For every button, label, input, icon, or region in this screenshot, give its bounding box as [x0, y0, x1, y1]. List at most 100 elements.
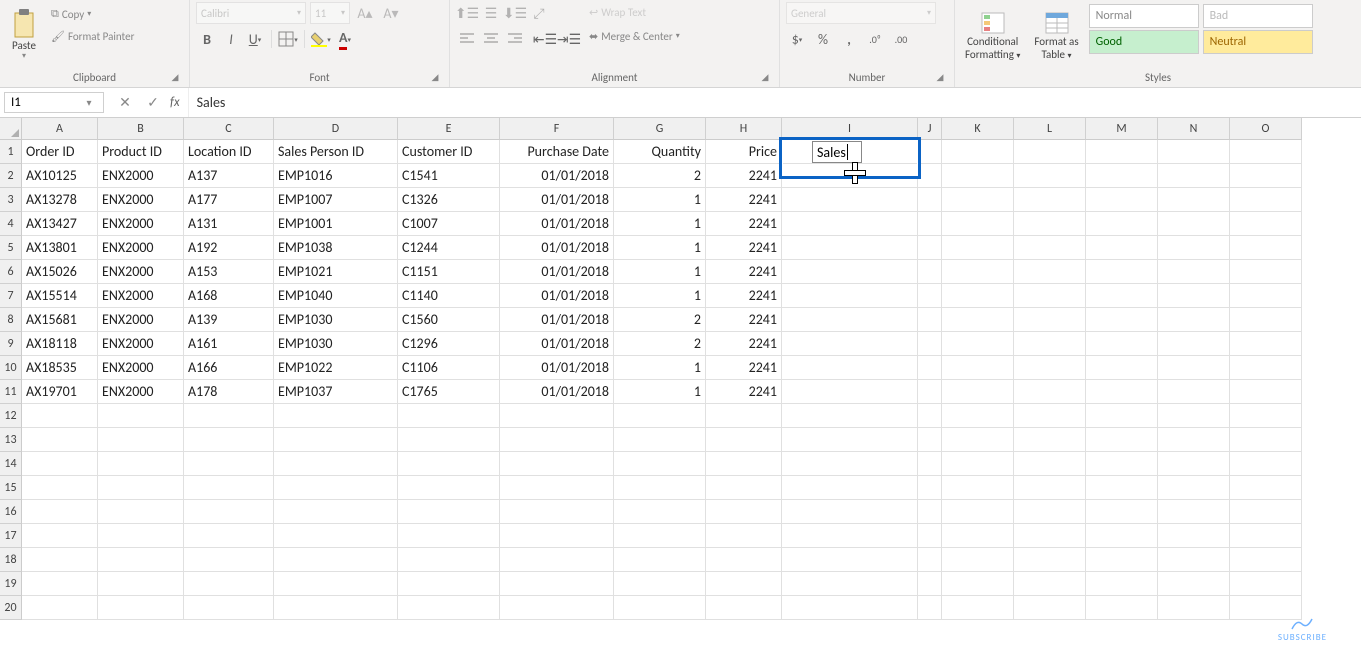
cell[interactable]: [500, 596, 614, 620]
cell[interactable]: [918, 188, 942, 212]
cancel-edit-button[interactable]: ✕: [114, 94, 136, 111]
cell[interactable]: 01/01/2018: [500, 380, 614, 404]
cell[interactable]: [98, 524, 184, 548]
cell[interactable]: C1140: [398, 284, 500, 308]
cell[interactable]: EMP1030: [274, 332, 398, 356]
cell[interactable]: [398, 524, 500, 548]
cell[interactable]: [1230, 572, 1302, 596]
cell[interactable]: [1014, 260, 1086, 284]
cell[interactable]: 2241: [706, 356, 782, 380]
merge-center-button[interactable]: ⬌ Merge & Center ▾: [586, 26, 683, 46]
comma-format-button[interactable]: ,: [838, 28, 860, 50]
cell[interactable]: [1230, 140, 1302, 164]
cell[interactable]: EMP1030: [274, 308, 398, 332]
cell[interactable]: [98, 548, 184, 572]
cell[interactable]: A168: [184, 284, 274, 308]
cell[interactable]: [614, 500, 706, 524]
accounting-format-button[interactable]: $▾: [786, 28, 808, 50]
col-header-G[interactable]: G: [614, 118, 706, 140]
cell[interactable]: [1230, 548, 1302, 572]
cell[interactable]: [500, 572, 614, 596]
cell[interactable]: [1230, 452, 1302, 476]
cell[interactable]: 1: [614, 284, 706, 308]
cell[interactable]: [98, 452, 184, 476]
row-header-15[interactable]: 15: [0, 476, 22, 500]
cell[interactable]: [1158, 404, 1230, 428]
cell[interactable]: 2241: [706, 284, 782, 308]
cell[interactable]: [918, 404, 942, 428]
row-header-18[interactable]: 18: [0, 548, 22, 572]
font-size-combo[interactable]: 11▾: [310, 2, 350, 24]
cell[interactable]: [1086, 428, 1158, 452]
cell[interactable]: [942, 356, 1014, 380]
cell[interactable]: EMP1001: [274, 212, 398, 236]
cell[interactable]: [782, 404, 918, 428]
cell[interactable]: [782, 212, 918, 236]
cell[interactable]: [98, 428, 184, 452]
cell[interactable]: [942, 476, 1014, 500]
cell[interactable]: [1158, 452, 1230, 476]
cell[interactable]: EMP1022: [274, 356, 398, 380]
increase-indent-button[interactable]: ⇥☰: [558, 28, 580, 50]
cell[interactable]: [918, 212, 942, 236]
cell[interactable]: [1014, 476, 1086, 500]
cell[interactable]: [782, 356, 918, 380]
cell[interactable]: [398, 452, 500, 476]
cell[interactable]: [500, 404, 614, 428]
cell[interactable]: [1086, 596, 1158, 620]
cell[interactable]: [782, 428, 918, 452]
cell[interactable]: [1086, 356, 1158, 380]
cell[interactable]: [918, 452, 942, 476]
number-format-combo[interactable]: General▾: [786, 2, 936, 24]
cell[interactable]: [1158, 236, 1230, 260]
cell[interactable]: 2241: [706, 164, 782, 188]
cell[interactable]: [918, 596, 942, 620]
row-header-4[interactable]: 4: [0, 212, 22, 236]
cell[interactable]: [1158, 140, 1230, 164]
row-header-13[interactable]: 13: [0, 428, 22, 452]
row-header-10[interactable]: 10: [0, 356, 22, 380]
col-header-K[interactable]: K: [942, 118, 1014, 140]
cell[interactable]: [942, 428, 1014, 452]
cell[interactable]: C1106: [398, 356, 500, 380]
cell[interactable]: [614, 548, 706, 572]
cell[interactable]: [1230, 260, 1302, 284]
fill-color-button[interactable]: ▾: [310, 28, 332, 50]
cell-style-bad[interactable]: Bad: [1203, 4, 1313, 28]
row-header-5[interactable]: 5: [0, 236, 22, 260]
cell[interactable]: A139: [184, 308, 274, 332]
cell[interactable]: [614, 524, 706, 548]
cell[interactable]: [1158, 332, 1230, 356]
row-header-19[interactable]: 19: [0, 572, 22, 596]
cell[interactable]: [22, 452, 98, 476]
cell[interactable]: [1014, 356, 1086, 380]
cell[interactable]: ENX2000: [98, 236, 184, 260]
row-header-1[interactable]: 1: [0, 140, 22, 164]
cell[interactable]: [184, 596, 274, 620]
cell[interactable]: [1014, 428, 1086, 452]
cell[interactable]: [398, 596, 500, 620]
cell[interactable]: [398, 404, 500, 428]
cell[interactable]: [942, 164, 1014, 188]
cell[interactable]: EMP1038: [274, 236, 398, 260]
cell[interactable]: C1541: [398, 164, 500, 188]
cell[interactable]: [1014, 548, 1086, 572]
cell[interactable]: [918, 380, 942, 404]
align-bottom-button[interactable]: ⬇☰: [504, 2, 526, 24]
name-box[interactable]: ▾: [4, 92, 104, 113]
cell[interactable]: [942, 404, 1014, 428]
cell[interactable]: [706, 404, 782, 428]
cell[interactable]: [782, 380, 918, 404]
cell[interactable]: ENX2000: [98, 308, 184, 332]
decrease-decimal-button[interactable]: .00: [890, 28, 912, 50]
cell[interactable]: [274, 596, 398, 620]
cell[interactable]: EMP1037: [274, 380, 398, 404]
spreadsheet-grid[interactable]: ABCDEFGHIJKLMNO 123456789101112131415161…: [0, 118, 1361, 661]
format-as-table-button[interactable]: Format as Table ▾: [1030, 2, 1082, 64]
cell[interactable]: [706, 572, 782, 596]
cell[interactable]: [918, 236, 942, 260]
cell[interactable]: Purchase Date: [500, 140, 614, 164]
cell[interactable]: [782, 188, 918, 212]
cell[interactable]: [1086, 140, 1158, 164]
row-header-16[interactable]: 16: [0, 500, 22, 524]
